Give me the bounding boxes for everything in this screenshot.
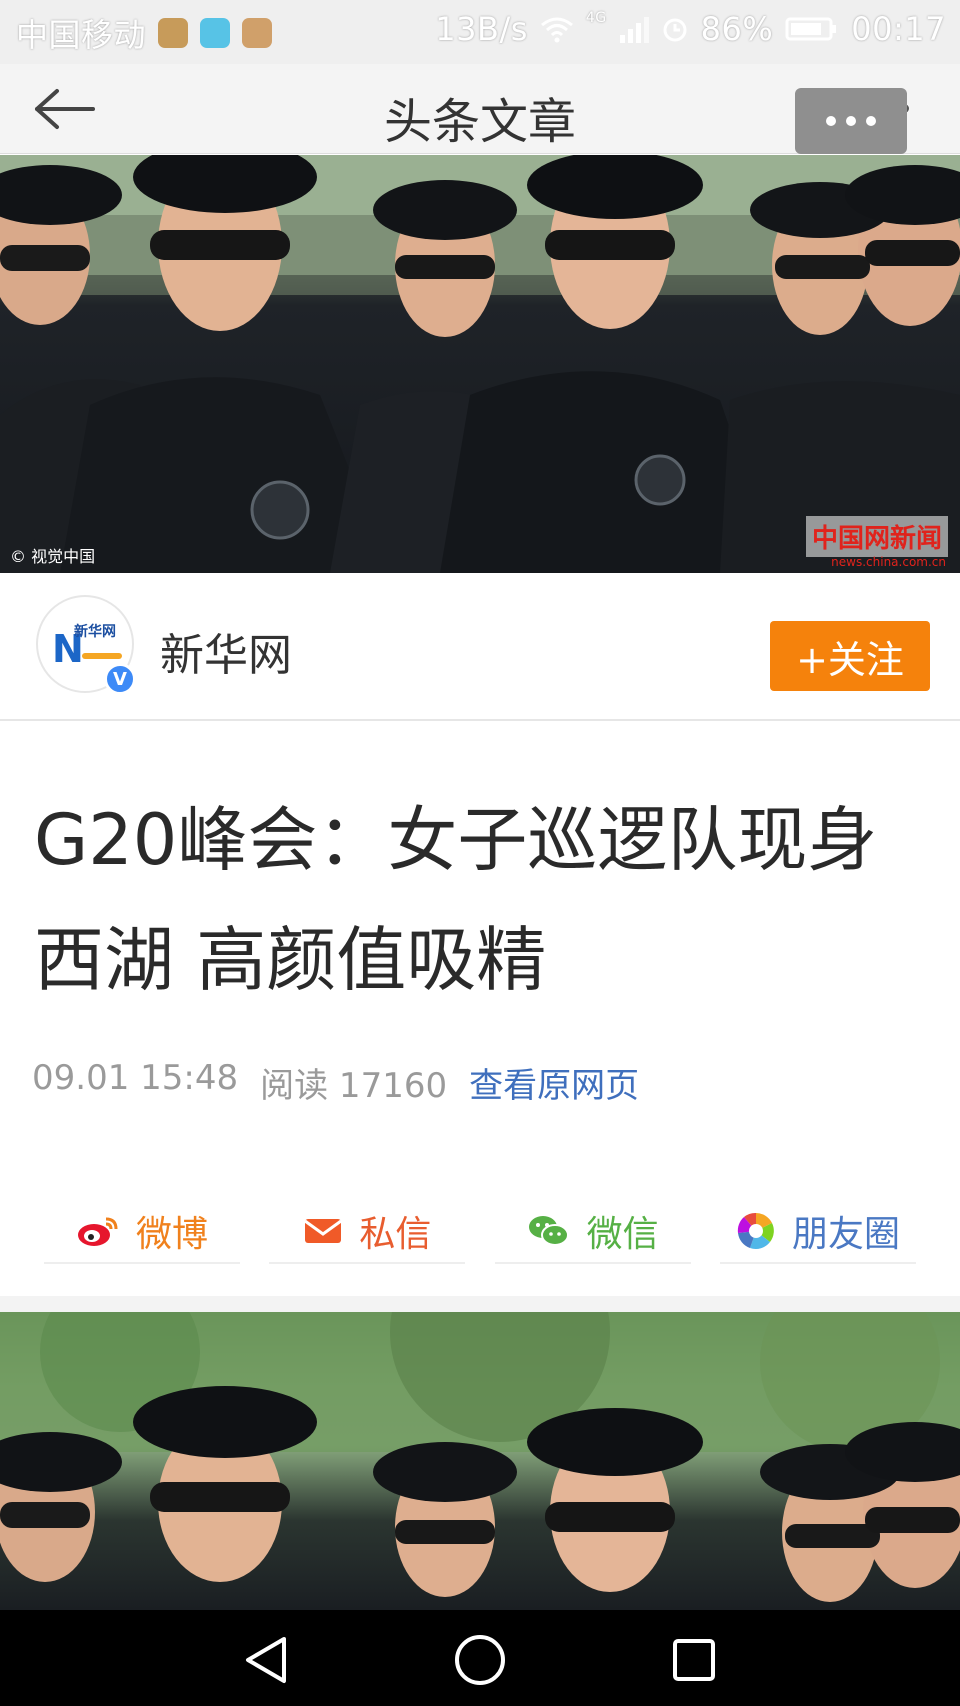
author-name[interactable]: 新华网 — [160, 619, 292, 683]
mail-app-icon — [200, 18, 231, 48]
share-bar: 微博 私信 微信 朋友圈 — [44, 1200, 916, 1264]
share-moments-label: 朋友圈 — [791, 1214, 900, 1255]
photo-watermark-url: news.china.com.cn — [831, 555, 946, 569]
carrier-name: 中国移动 — [16, 16, 147, 54]
nav-recents-square-icon — [673, 1639, 715, 1681]
wechat-icon — [528, 1216, 569, 1246]
more-button[interactable] — [795, 88, 907, 154]
read-count: 阅读 17160 — [260, 1066, 448, 1106]
avatar-logo-text: 新华网 — [74, 624, 116, 640]
wifi-icon — [540, 17, 573, 43]
verified-badge-icon: V — [104, 663, 136, 695]
nav-recents-button[interactable] — [664, 1634, 724, 1686]
system-nav-bar — [0, 1610, 960, 1706]
view-original-link[interactable]: 查看原网页 — [469, 1058, 639, 1107]
battery-percent: 86% — [700, 10, 774, 48]
section-divider — [0, 1296, 960, 1312]
patrol-officers-photo — [0, 155, 960, 573]
nav-home-circle-icon — [455, 1635, 505, 1685]
nav-back-triangle-icon — [246, 1637, 286, 1683]
net-speed: 13B/s — [435, 10, 528, 48]
moments-icon — [737, 1212, 774, 1249]
nav-home-button[interactable] — [450, 1634, 510, 1686]
hero-photo[interactable]: © 视觉中国 中国网新闻 news.china.com.cn — [0, 155, 960, 573]
share-moments-button[interactable]: 朋友圈 — [719, 1200, 916, 1264]
share-weibo-button[interactable]: 微博 — [44, 1200, 240, 1264]
nav-back-button[interactable] — [236, 1634, 296, 1686]
signal-icon — [619, 17, 649, 43]
patrol-officers-photo-2 — [0, 1312, 960, 1602]
avatar-logo-swoosh — [82, 653, 122, 659]
mail-icon — [304, 1219, 343, 1243]
share-wechat-label: 微信 — [586, 1214, 659, 1255]
gallery-app-icon — [242, 18, 273, 48]
share-weibo-label: 微博 — [135, 1214, 208, 1255]
network-type: 4G — [585, 10, 607, 26]
status-left: 中国移动 — [16, 10, 273, 56]
photo-credit: © 视觉中国 — [10, 547, 96, 566]
clock: 00:17 — [851, 10, 946, 48]
article-meta: 09.01 15:48 阅读 17160 查看原网页 — [32, 1058, 639, 1107]
weibo-icon — [77, 1217, 118, 1246]
article-photo-2[interactable] — [0, 1312, 960, 1610]
author-row: N 新华网 V 新华网 +关注 — [0, 573, 960, 721]
article-title: G20峰会：女子巡逻队现身西湖 高颜值吸精 — [34, 799, 878, 1001]
status-right: 13B/s 4G 86% 00:17 — [435, 10, 946, 48]
alarm-icon — [663, 18, 687, 42]
follow-button[interactable]: +关注 — [770, 621, 930, 691]
health-app-icon — [158, 18, 189, 48]
share-message-button[interactable]: 私信 — [269, 1200, 466, 1264]
publish-time: 09.01 15:48 — [32, 1058, 239, 1098]
photo-watermark: 中国网新闻 — [805, 516, 948, 557]
title-bar: 头条文章 — [0, 64, 960, 154]
status-bar: 中国移动 13B/s 4G 86% 00:17 — [0, 0, 960, 64]
share-message-label: 私信 — [359, 1214, 432, 1255]
share-wechat-button[interactable]: 微信 — [494, 1200, 691, 1264]
battery-icon — [785, 17, 837, 41]
